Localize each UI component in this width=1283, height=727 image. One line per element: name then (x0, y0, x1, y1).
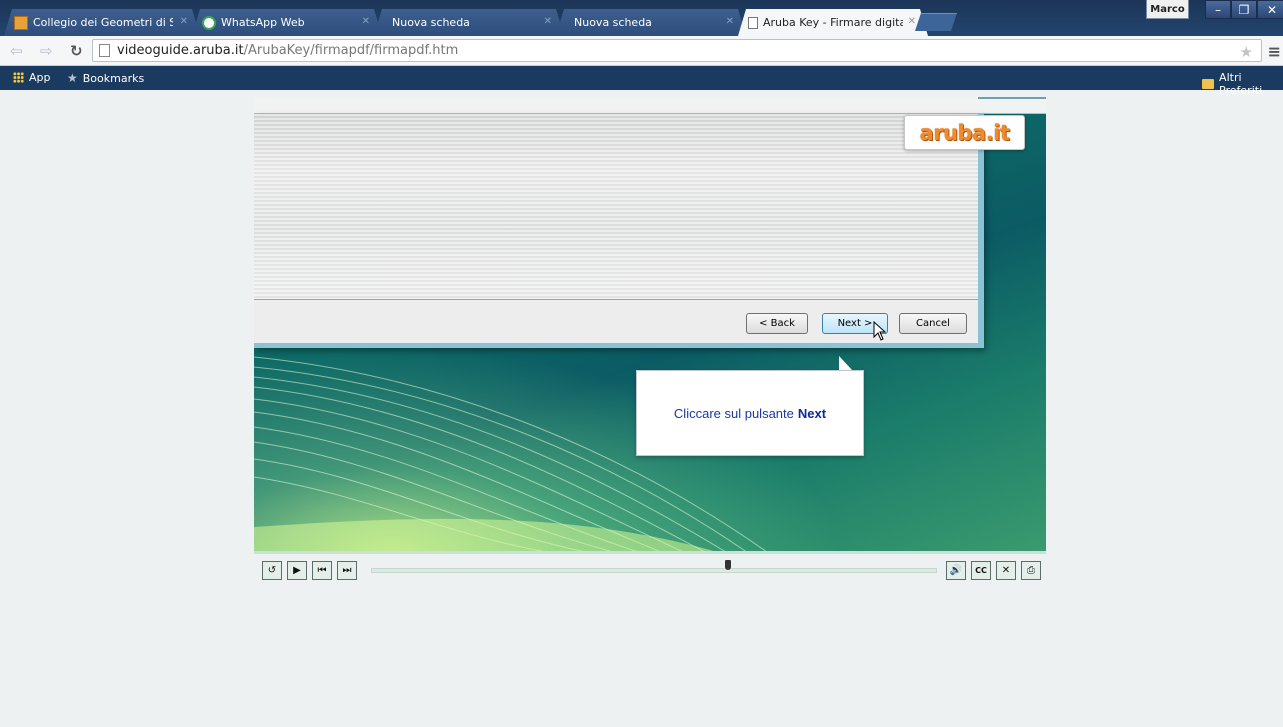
volume-icon[interactable]: 🔊 (946, 561, 966, 580)
dialog-body (254, 114, 978, 300)
menu-icon[interactable]: ≡ (1268, 42, 1281, 61)
tab-aruba-key[interactable]: Aruba Key - Firmare digita ✕ (738, 9, 928, 36)
seek-thumb[interactable] (724, 560, 731, 570)
page-icon (748, 17, 758, 29)
tab-label: Collegio dei Geometri di S (33, 16, 173, 29)
close-tab-icon[interactable]: ✕ (726, 16, 734, 27)
bookmark-star-icon[interactable]: ★ (1240, 43, 1253, 61)
seek-bar[interactable] (371, 568, 937, 573)
back-button[interactable]: < Back (746, 313, 808, 334)
bookmark-other-folder[interactable]: Altri Preferiti (1202, 71, 1283, 97)
browser-titlebar: Collegio dei Geometri di S ✕ WhatsApp We… (0, 0, 1283, 36)
close-tab-icon[interactable]: ✕ (544, 16, 552, 27)
forward-arrow-icon[interactable]: ⇨ (40, 42, 53, 60)
url-domain: videoguide.aruba.it (117, 43, 244, 58)
minimize-icon[interactable]: – (1205, 0, 1231, 19)
bookmark-label: App (29, 71, 51, 84)
play-icon[interactable]: ▶ (287, 561, 307, 580)
bookmark-label: Altri Preferiti (1219, 71, 1263, 97)
tab-whatsapp[interactable]: WhatsApp Web ✕ (192, 9, 382, 36)
page-icon (99, 44, 110, 57)
tab-label: Nuova scheda (574, 16, 652, 29)
logo-text: aruba.it (919, 120, 1010, 145)
close-tab-icon[interactable]: ✕ (362, 16, 370, 27)
instruction-callout: Cliccare sul pulsante Next (636, 370, 864, 456)
wizard-dialog: < Back Next > Cancel (254, 114, 984, 348)
new-tab-button[interactable] (915, 13, 957, 31)
bookmark-label: Bookmarks (82, 71, 145, 85)
window-controls: – ❐ ✕ (1205, 0, 1283, 19)
tab-collegio-geometri[interactable]: Collegio dei Geometri di S ✕ (4, 9, 200, 36)
tab-nuova-scheda-1[interactable]: Nuova scheda ✕ (374, 9, 564, 36)
captions-icon[interactable]: CC (971, 561, 991, 580)
player-controls: ↺ ▶ ⏮ ⏭ 🔊 CC ✕ ⎙ (254, 551, 1046, 585)
bookmarks-bar: App ★ Bookmarks Altri Preferiti (0, 66, 1283, 97)
building-icon (14, 16, 28, 30)
close-icon[interactable]: ✕ (996, 561, 1016, 580)
cancel-button[interactable]: Cancel (899, 313, 967, 334)
tab-nuova-scheda-2[interactable]: Nuova scheda ✕ (556, 9, 746, 36)
callout-text: Cliccare sul pulsante (673, 405, 794, 421)
next-icon[interactable]: ⏭ (337, 561, 357, 580)
mouse-cursor-icon (873, 321, 887, 341)
url-path: /ArubaKey/firmapdf/firmapdf.htm (243, 43, 459, 58)
star-icon: ★ (67, 71, 78, 85)
callout-pointer (839, 356, 853, 371)
tab-label: Aruba Key - Firmare digita (763, 16, 903, 29)
callout-emphasis: Next (797, 405, 827, 421)
previous-icon[interactable]: ⏮ (312, 561, 332, 580)
bookmark-apps[interactable]: App (13, 71, 51, 84)
aruba-logo: aruba.it (904, 115, 1025, 150)
restore-icon[interactable]: ❐ (1231, 0, 1257, 19)
tab-label: Nuova scheda (392, 16, 470, 29)
address-bar[interactable]: videoguide.aruba.it /ArubaKey/firmapdf/f… (92, 39, 1262, 62)
whatsapp-icon (202, 16, 216, 30)
back-arrow-icon[interactable]: ⇦ (10, 42, 23, 60)
close-window-icon[interactable]: ✕ (1257, 0, 1283, 19)
browser-toolbar: ⇦ ⇨ ↻ videoguide.aruba.it /ArubaKey/firm… (0, 36, 1283, 66)
window-top-edge (254, 97, 1046, 114)
folder-icon (1202, 79, 1215, 89)
close-tab-icon[interactable]: ✕ (908, 16, 916, 27)
replay-icon[interactable]: ↺ (262, 561, 282, 580)
print-icon[interactable]: ⎙ (1021, 561, 1041, 580)
bookmark-bookmarks[interactable]: ★ Bookmarks (67, 71, 144, 85)
profile-button[interactable]: Marco (1146, 0, 1189, 19)
tab-label: WhatsApp Web (221, 16, 305, 29)
reload-icon[interactable]: ↻ (70, 42, 83, 60)
close-tab-icon[interactable]: ✕ (180, 16, 188, 27)
apps-grid-icon (13, 72, 24, 83)
video-frame[interactable]: < Back Next > Cancel aruba.it Cliccare s… (254, 97, 1046, 551)
